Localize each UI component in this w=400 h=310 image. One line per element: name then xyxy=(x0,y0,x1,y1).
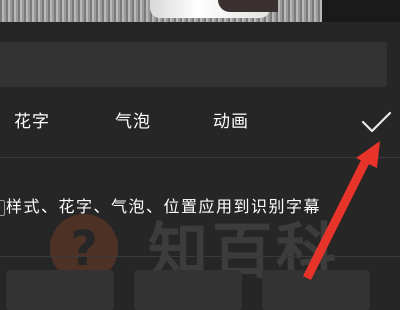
apply-checkbox[interactable] xyxy=(0,200,5,216)
tab-donghua[interactable]: 动画 xyxy=(213,110,249,134)
bottom-option-2[interactable] xyxy=(134,270,242,310)
tab-huazi[interactable]: 花字 xyxy=(14,110,50,134)
bottom-option-1[interactable] xyxy=(6,270,114,310)
bottom-option-3[interactable] xyxy=(262,270,370,310)
preview-image-detail xyxy=(218,0,278,12)
checkmark-icon[interactable] xyxy=(360,110,392,134)
tab-qipao[interactable]: 气泡 xyxy=(115,110,151,134)
video-preview xyxy=(0,0,400,22)
subtitle-text-input[interactable] xyxy=(0,42,387,87)
divider xyxy=(0,256,400,257)
